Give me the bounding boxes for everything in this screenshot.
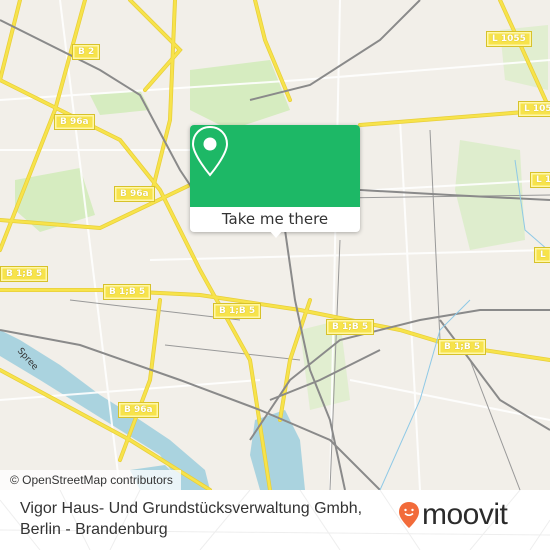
map-pin-icon bbox=[191, 125, 229, 177]
location-popup[interactable]: Take me there bbox=[190, 125, 360, 238]
place-name: Vigor Haus- Und Grundstücksverwaltung Gm… bbox=[20, 498, 362, 540]
map-tiles: Spree bbox=[0, 0, 550, 490]
road-shield: B 1;B 5 bbox=[213, 303, 262, 319]
moovit-logo[interactable]: moovit bbox=[398, 498, 508, 531]
attribution-text: © OpenStreetMap contributors bbox=[10, 473, 173, 487]
road-shield: L 1055 bbox=[486, 31, 532, 47]
road-shield: L 1 bbox=[530, 172, 550, 188]
road-shield: B 1;B 5 bbox=[438, 339, 487, 355]
road-shield: B 1;B 5 bbox=[103, 284, 152, 300]
road-shield: B 96a bbox=[118, 402, 159, 418]
road-shield: B 1;B 5 bbox=[326, 319, 375, 335]
road-shield: B 2 bbox=[72, 44, 101, 60]
place-name-line2: Berlin - Brandenburg bbox=[20, 521, 168, 538]
popup-pointer bbox=[268, 229, 284, 238]
moovit-pin-icon bbox=[399, 502, 419, 528]
road-shield: B 96a bbox=[54, 114, 95, 130]
road-shield: B 1;B 5 bbox=[0, 266, 49, 282]
road-shield: B 96a bbox=[114, 186, 155, 202]
footer: Vigor Haus- Und Grundstücksverwaltung Gm… bbox=[0, 490, 550, 550]
place-name-line1: Vigor Haus- Und Grundstücksverwaltung Gm… bbox=[20, 500, 363, 517]
road-shield: L 105 bbox=[518, 101, 550, 117]
moovit-wordmark: moovit bbox=[422, 498, 508, 531]
popup-header[interactable] bbox=[190, 125, 360, 207]
road-shield: L bbox=[534, 247, 550, 263]
osm-attribution[interactable]: © OpenStreetMap contributors bbox=[0, 470, 181, 490]
map-canvas[interactable]: Spree B 2 B 96a B 96a B 1;B 5 B 1;B 5 B … bbox=[0, 0, 550, 490]
